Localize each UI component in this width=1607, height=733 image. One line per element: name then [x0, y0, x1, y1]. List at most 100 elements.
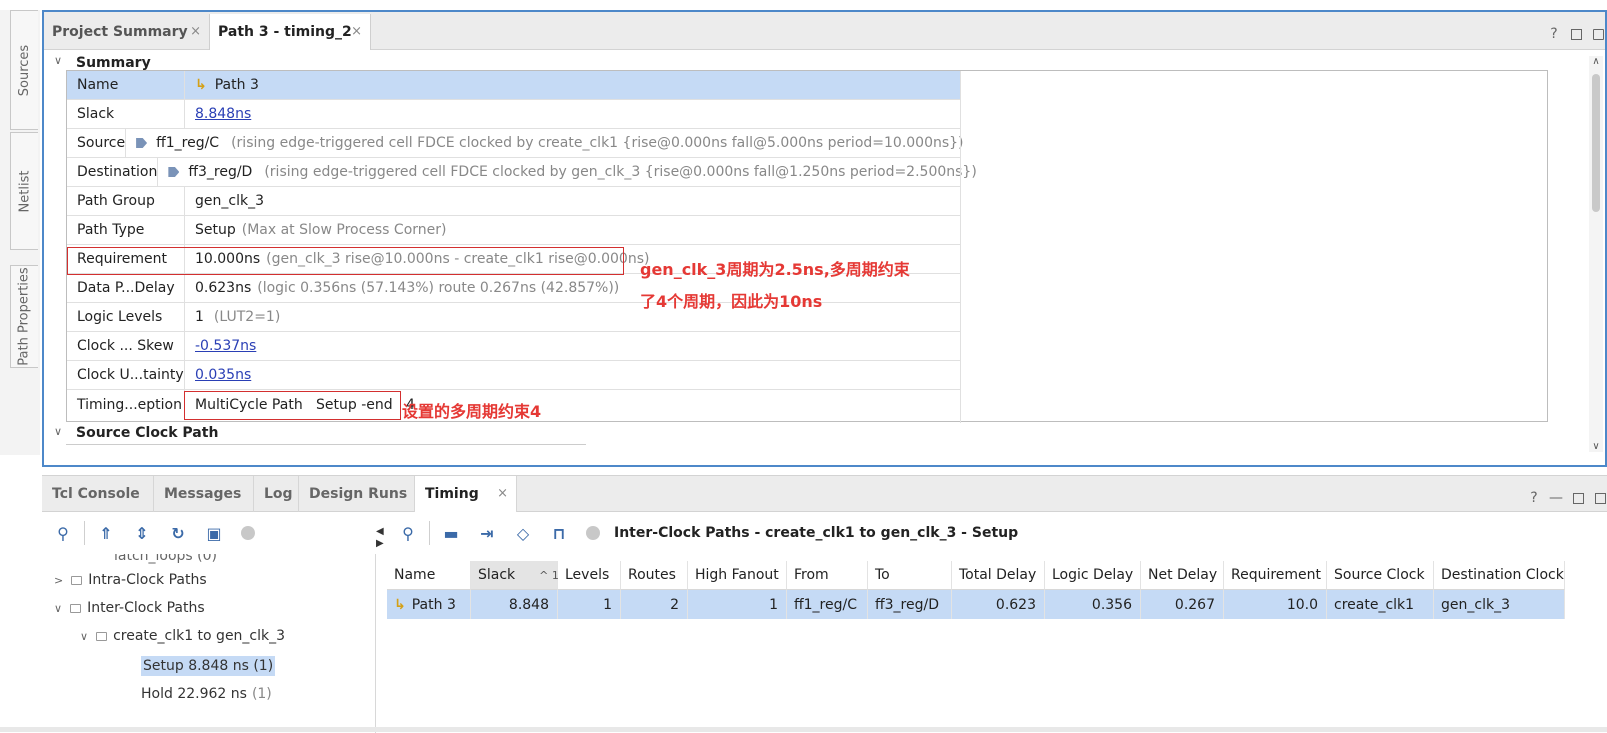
- col-header-net-delay[interactable]: Net Delay: [1141, 561, 1224, 590]
- scroll-down-icon[interactable]: ∨: [1589, 441, 1603, 452]
- col-header-routes[interactable]: Routes: [621, 561, 688, 590]
- cell-high-fanout[interactable]: 1: [688, 590, 787, 619]
- float-icon[interactable]: [1591, 26, 1605, 44]
- search-icon[interactable]: ⚲: [399, 524, 417, 543]
- help-icon[interactable]: ?: [1527, 490, 1541, 508]
- requirement-highlight-box: [67, 247, 624, 275]
- stop-icon[interactable]: [241, 526, 255, 540]
- summary-row-destination: Destination ff3_reg/D (rising edge-trigge…: [67, 158, 977, 187]
- row-detail: (rising edge-triggered cell FDCE clocked…: [231, 135, 964, 151]
- chevron-down-icon[interactable]: ∨: [54, 602, 62, 615]
- cell-slack[interactable]: 8.848: [471, 590, 558, 619]
- chevron-down-icon[interactable]: ∨: [54, 54, 62, 67]
- close-icon[interactable]: ×: [190, 24, 201, 39]
- side-tab-path-properties[interactable]: Path Properties: [10, 265, 38, 368]
- tab-label: Messages: [164, 486, 242, 502]
- splitter-arrows-icon[interactable]: ◀ ▶: [376, 526, 384, 550]
- row-value: gen_clk_3: [195, 193, 264, 209]
- cell-net-delay[interactable]: 0.267: [1141, 590, 1224, 619]
- col-header-logic-delay[interactable]: Logic Delay: [1045, 561, 1141, 590]
- section-summary: Summary: [76, 55, 151, 71]
- cell-requirement[interactable]: 10.0: [1224, 590, 1327, 619]
- cell-name[interactable]: ↳ Path 3: [387, 590, 471, 619]
- tree-item-intra-clock[interactable]: > Intra-Clock Paths: [54, 572, 207, 588]
- column-divider: [960, 71, 961, 423]
- cell-logic-delay[interactable]: 0.356: [1045, 590, 1141, 619]
- close-icon[interactable]: ×: [497, 486, 508, 501]
- waveform-icon[interactable]: ⊓: [550, 524, 568, 543]
- highlight-icon[interactable]: ◇: [514, 524, 532, 543]
- summary-row-clock-uncertainty: Clock U...tainty 0.035ns: [67, 361, 960, 390]
- cell-total-delay[interactable]: 0.623: [952, 590, 1045, 619]
- minimize-icon[interactable]: —: [1549, 490, 1563, 508]
- col-header-slack[interactable]: Slack ^ 1: [471, 561, 559, 590]
- folder-icon: [71, 575, 83, 585]
- side-tab-sources[interactable]: Sources: [10, 10, 38, 130]
- clock-uncertainty-link[interactable]: 0.035ns: [195, 367, 251, 383]
- tree-item-clock-pair[interactable]: ∨ create_clk1 to gen_clk_3: [80, 628, 285, 644]
- col-header-to[interactable]: To: [868, 561, 952, 590]
- tree-item-inter-clock[interactable]: ∨ Inter-Clock Paths: [54, 600, 205, 616]
- search-icon[interactable]: ⚲: [54, 524, 72, 543]
- cell-levels[interactable]: 1: [558, 590, 621, 619]
- cell-from[interactable]: ff1_reg/C: [787, 590, 868, 619]
- side-tab-netlist[interactable]: Netlist: [10, 132, 38, 250]
- chevron-right-icon[interactable]: >: [54, 574, 63, 587]
- col-header-source-clock[interactable]: Source Clock: [1327, 561, 1434, 590]
- help-icon[interactable]: ?: [1547, 26, 1561, 44]
- tab-project-summary[interactable]: Project Summary ×: [44, 14, 209, 50]
- row-key: Clock ... Skew: [67, 332, 185, 360]
- tab-design-runs[interactable]: Design Runs: [299, 476, 415, 512]
- panel-window-controls: ? —: [1527, 490, 1607, 508]
- row-detail: (logic 0.356ns (57.143%) route 0.267ns (…: [257, 280, 620, 296]
- close-icon[interactable]: ×: [351, 24, 362, 39]
- tree-item-hold[interactable]: Hold 22.962 ns (1): [141, 686, 272, 702]
- chevron-down-icon[interactable]: ∨: [80, 630, 88, 643]
- summary-table: Name ↳ Path 3 Slack 8.848ns Source ff1_re…: [66, 70, 1548, 423]
- col-header-from[interactable]: From: [787, 561, 868, 590]
- cell-routes[interactable]: 2: [621, 590, 688, 619]
- tab-log[interactable]: Log: [254, 476, 299, 512]
- col-header-requirement[interactable]: Requirement: [1224, 561, 1327, 590]
- tree-label: Setup 8.848 ns (1): [143, 658, 274, 674]
- collapse-icon[interactable]: ▬: [442, 524, 460, 543]
- tree-item-setup[interactable]: Setup 8.848 ns (1): [141, 656, 276, 676]
- results-title: Inter-Clock Paths - create_clk1 to gen_c…: [614, 525, 1019, 541]
- float-icon[interactable]: [1593, 490, 1607, 508]
- maximize-icon[interactable]: [1569, 26, 1583, 44]
- summary-row-name[interactable]: Name ↳ Path 3: [67, 71, 960, 100]
- refresh-icon[interactable]: ↻: [169, 524, 187, 543]
- tab-tcl-console[interactable]: Tcl Console: [42, 476, 154, 512]
- maximize-icon[interactable]: [1571, 490, 1585, 508]
- row-detail: (rising edge-triggered cell FDCE clocked…: [264, 164, 977, 180]
- cell-destination-clock[interactable]: gen_clk_3: [1434, 590, 1565, 619]
- cell-source-clock[interactable]: create_clk1: [1327, 590, 1434, 619]
- clock-skew-link[interactable]: -0.537ns: [195, 338, 256, 354]
- save-icon[interactable]: ▣: [205, 524, 223, 543]
- col-header-destination-clock[interactable]: Destination Clock: [1434, 561, 1565, 590]
- scroll-thumb[interactable]: [1592, 74, 1600, 212]
- tab-messages[interactable]: Messages: [154, 476, 254, 512]
- panel-window-controls: ?: [1547, 26, 1605, 44]
- cell-to[interactable]: ff3_reg/D: [868, 590, 952, 619]
- row-detail: (Max at Slow Process Corner): [241, 222, 447, 238]
- slack-link[interactable]: 8.848ns: [195, 106, 251, 122]
- col-header-levels[interactable]: Levels: [558, 561, 621, 590]
- row-value: ff3_reg/D: [188, 164, 253, 180]
- vertical-scrollbar[interactable]: ∧ ∨: [1589, 56, 1603, 452]
- col-header-total-delay[interactable]: Total Delay: [952, 561, 1045, 590]
- tab-timing[interactable]: Timing ×: [415, 476, 517, 512]
- folder-icon: [70, 603, 82, 613]
- row-key: Logic Levels: [67, 303, 185, 331]
- stop-icon[interactable]: [586, 526, 600, 540]
- collapse-all-icon[interactable]: ⇑: [97, 524, 115, 543]
- tree-item-partial[interactable]: latch_loops (0): [114, 554, 217, 564]
- col-header-name[interactable]: Name: [387, 561, 471, 590]
- scroll-up-icon[interactable]: ∧: [1589, 56, 1603, 67]
- tab-path-3[interactable]: Path 3 - timing_2 ×: [209, 14, 371, 50]
- expand-all-icon[interactable]: ⇕: [133, 524, 151, 543]
- chevron-down-icon[interactable]: ∨: [54, 425, 62, 438]
- source-clock-header-stub: [66, 444, 586, 453]
- col-header-high-fanout[interactable]: High Fanout: [688, 561, 787, 590]
- select-path-icon[interactable]: ⇥: [478, 524, 496, 543]
